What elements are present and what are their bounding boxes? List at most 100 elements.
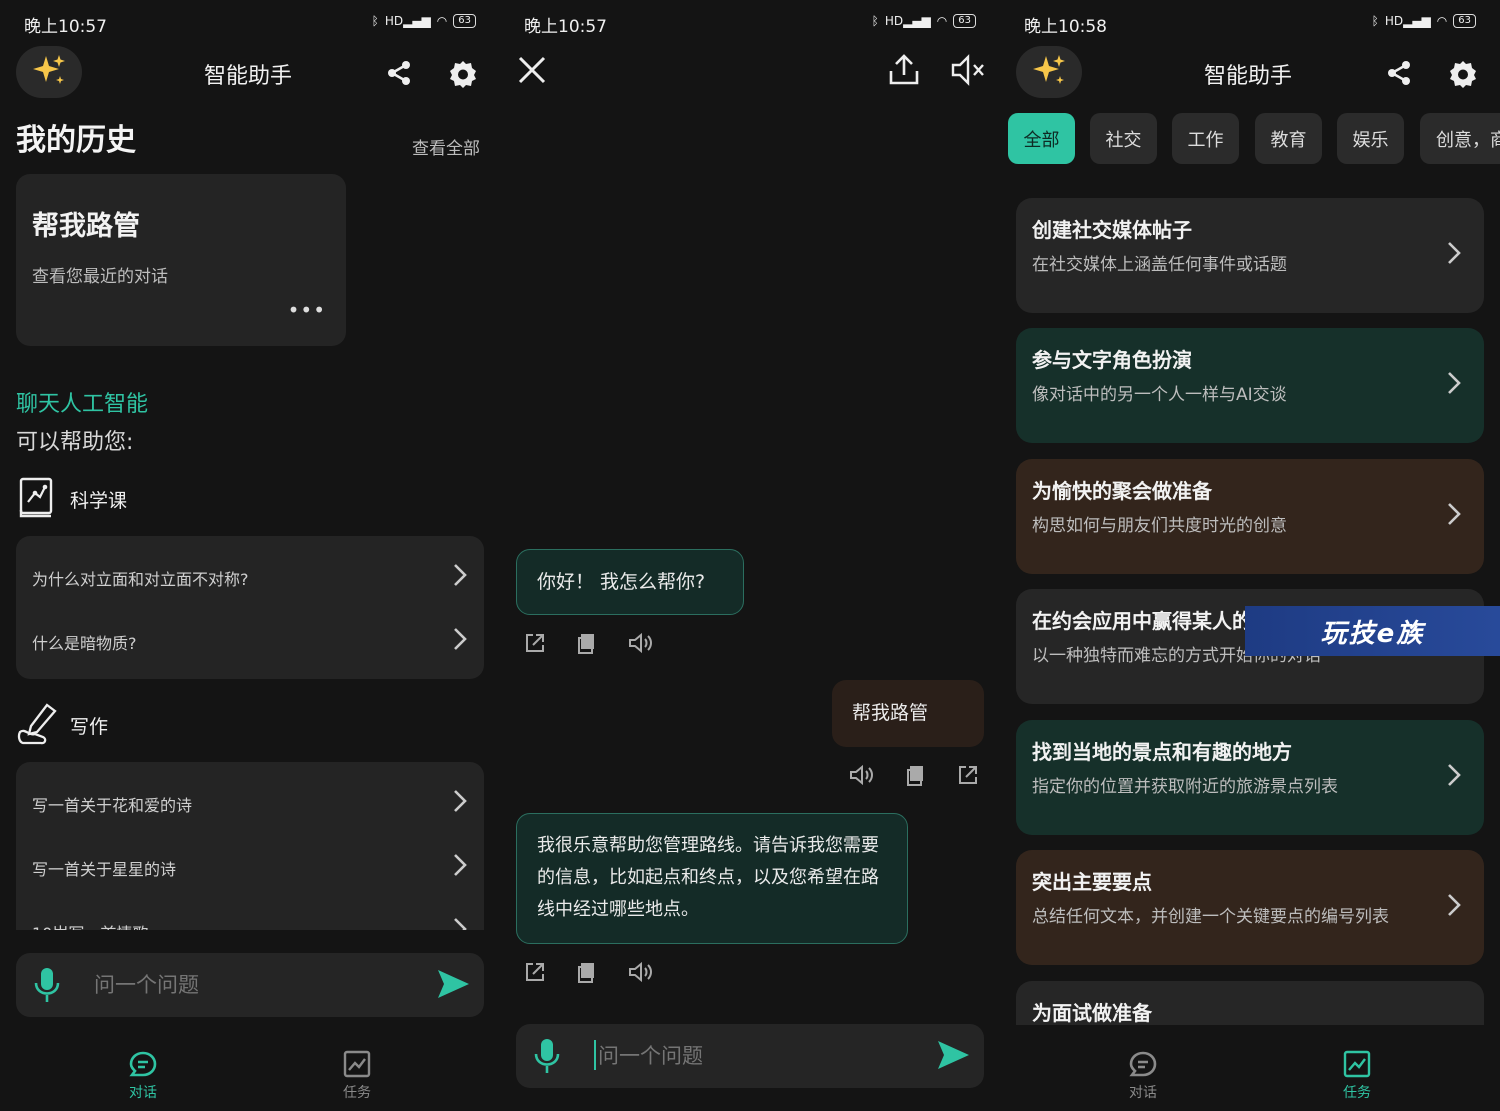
writing-hand-icon [17, 702, 59, 750]
history-card-subtitle: 查看您最近的对话 [32, 267, 168, 287]
task-card[interactable]: 找到当地的景点和有趣的地方 指定你的位置并获取附近的旅游景点列表 [1016, 720, 1484, 835]
gear-icon[interactable] [447, 58, 479, 90]
chat-bubble-icon [1103, 1050, 1183, 1082]
copy-icon[interactable] [905, 764, 927, 790]
category-label-writing: 写作 [70, 716, 109, 738]
task-card[interactable]: 参与文字角色扮演 像对话中的另一个人一样与AI交谈 [1016, 328, 1484, 443]
battery-icon: 63 [953, 14, 976, 28]
header-title: 智能助手 [204, 64, 293, 89]
status-time: 晚上10:57 [24, 17, 107, 37]
status-bar: 晚上10:57 ᛒ HD▂▄▆ ◠ 63 [524, 12, 976, 37]
chat-screen: 晚上10:57 ᛒ HD▂▄▆ ◠ 63 你好！ 我怎么帮你? 帮我路管 我很乐… [500, 0, 1000, 1111]
signal-icon: HD▂▄▆ [1384, 14, 1431, 28]
chart-icon [317, 1050, 397, 1082]
question-item[interactable]: 写一首关于花和爱的诗 [32, 772, 468, 830]
tab-tasks[interactable]: 任务 [317, 1050, 397, 1102]
history-card[interactable]: 帮我路管 查看您最近的对话 ••• [16, 174, 346, 346]
send-icon[interactable] [936, 1038, 970, 1076]
bluetooth-icon: ᛒ [1371, 14, 1379, 28]
signal-icon: HD▂▄▆ [384, 14, 431, 28]
more-options-icon[interactable]: ••• [288, 298, 326, 322]
question-input-bar[interactable] [16, 953, 484, 1017]
chevron-right-icon [452, 852, 468, 882]
task-card[interactable]: 为愉快的聚会做准备 构思如何与朋友们共度时光的创意 [1016, 459, 1484, 574]
open-external-icon[interactable] [957, 764, 979, 790]
view-all-link[interactable]: 查看全部 [412, 134, 480, 159]
battery-icon: 63 [1453, 14, 1476, 28]
chip-creative[interactable]: 创意，商 [1420, 113, 1500, 164]
sparkles-icon [1031, 52, 1067, 92]
question-item[interactable]: 为什么对立面和对立面不对称? [32, 546, 468, 604]
chip-social[interactable]: 社交 [1090, 113, 1157, 164]
chevron-right-icon [1446, 762, 1462, 792]
tab-tasks[interactable]: 任务 [1317, 1050, 1397, 1102]
chip-education[interactable]: 教育 [1255, 113, 1322, 164]
category-label-science: 科学课 [70, 490, 128, 512]
speaker-icon[interactable] [628, 632, 654, 658]
chart-icon [1317, 1050, 1397, 1082]
history-title: 我的历史 [16, 123, 136, 158]
intro-accent: 聊天人工智能 [16, 392, 149, 417]
chip-entertainment[interactable]: 娱乐 [1337, 113, 1404, 164]
chevron-right-icon [1446, 240, 1462, 270]
writing-question-list: 写一首关于花和爱的诗 写一首关于星星的诗 10岁写一首情歌 [16, 762, 484, 952]
task-card[interactable]: 突出主要要点 总结任何文本，并创建一个关键要点的编号列表 [1016, 850, 1484, 965]
intro-sub: 可以帮助您: [16, 430, 134, 455]
status-time: 晚上10:57 [524, 17, 607, 37]
sparkles-icon [31, 52, 67, 92]
question-input-bar[interactable] [516, 1024, 984, 1088]
gear-icon[interactable] [1447, 58, 1479, 90]
message-actions [524, 961, 654, 987]
task-card[interactable]: 为面试做准备 [1016, 981, 1484, 1025]
mute-icon[interactable] [950, 54, 986, 86]
science-question-list: 为什么对立面和对立面不对称? 什么是暗物质? [16, 536, 484, 679]
assistant-avatar-button[interactable] [16, 46, 82, 98]
chevron-right-icon [452, 788, 468, 818]
status-bar: 晚上10:58 ᛒ HD▂▄▆ ◠ 63 [1024, 12, 1476, 37]
task-card[interactable]: 创建社交媒体帖子 在社交媒体上涵盖任何事件或话题 [1016, 198, 1484, 313]
status-bar: 晚上10:57 ᛒ HD▂▄▆ ◠ 63 [24, 12, 476, 37]
user-message: 帮我路管 [832, 680, 984, 747]
home-screen: 晚上10:57 ᛒ HD▂▄▆ ◠ 63 智能助手 我的历史 查看全部 帮我路管… [0, 0, 500, 1111]
chevron-right-icon [1446, 370, 1462, 400]
chip-work[interactable]: 工作 [1172, 113, 1239, 164]
speaker-icon[interactable] [628, 961, 654, 987]
chip-all[interactable]: 全部 [1008, 113, 1075, 164]
watermark-logo: 玩技e族 [1245, 606, 1500, 656]
chevron-right-icon [452, 562, 468, 592]
share-icon[interactable] [384, 58, 414, 88]
chevron-right-icon [1446, 892, 1462, 922]
question-input[interactable] [598, 1038, 918, 1074]
tab-chat[interactable]: 对话 [1103, 1050, 1183, 1102]
bluetooth-icon: ᛒ [371, 14, 379, 28]
send-icon[interactable] [436, 967, 470, 1005]
message-actions [849, 764, 979, 790]
share-icon[interactable] [1384, 58, 1414, 88]
question-item[interactable]: 什么是暗物质? [32, 610, 468, 668]
assistant-avatar-button[interactable] [1016, 46, 1082, 98]
header-title: 智能助手 [1204, 64, 1293, 89]
upload-icon[interactable] [888, 54, 920, 86]
text-cursor [594, 1040, 596, 1070]
wifi-icon: ◠ [1436, 14, 1448, 28]
science-book-icon [18, 476, 56, 522]
chevron-right-icon [452, 626, 468, 656]
microphone-icon[interactable] [34, 967, 60, 1007]
tab-chat[interactable]: 对话 [103, 1050, 183, 1102]
signal-icon: HD▂▄▆ [884, 14, 931, 28]
status-time: 晚上10:58 [1024, 17, 1107, 37]
wifi-icon: ◠ [436, 14, 448, 28]
copy-icon[interactable] [576, 961, 598, 987]
battery-icon: 63 [453, 14, 476, 28]
question-item[interactable]: 写一首关于星星的诗 [32, 836, 468, 894]
close-icon[interactable] [516, 54, 548, 86]
open-external-icon[interactable] [524, 961, 546, 987]
copy-icon[interactable] [576, 632, 598, 658]
tasks-screen: 晚上10:58 ᛒ HD▂▄▆ ◠ 63 智能助手 全部 社交 工作 教育 娱乐… [1000, 0, 1500, 1111]
microphone-icon[interactable] [534, 1038, 560, 1078]
open-external-icon[interactable] [524, 632, 546, 658]
question-input[interactable] [94, 967, 414, 1003]
chat-bubble-icon [103, 1050, 183, 1082]
bluetooth-icon: ᛒ [871, 14, 879, 28]
speaker-icon[interactable] [849, 764, 875, 790]
